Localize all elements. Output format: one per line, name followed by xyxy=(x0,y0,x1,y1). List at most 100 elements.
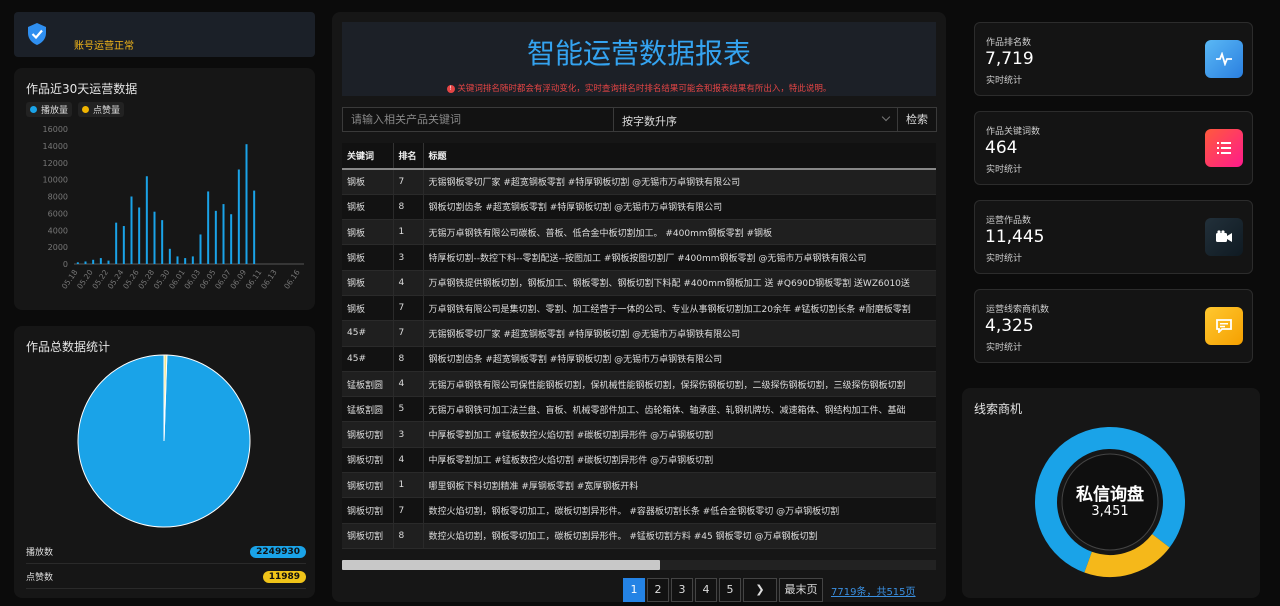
bar-plays[interactable] xyxy=(161,220,164,264)
video-camera-icon xyxy=(1205,218,1243,256)
ranking-table[interactable]: 关键词 排名 标题 钢板 7 无锡钢板零切厂家 #超宽钢板零割 #特厚钢板切割 @无… xyxy=(342,143,936,558)
bar-plays[interactable] xyxy=(138,207,141,264)
bar-plays[interactable] xyxy=(184,258,187,264)
keyword-cell: 钢板切割 xyxy=(342,421,394,448)
horizontal-scrollbar[interactable] xyxy=(342,560,936,570)
table-row[interactable]: 钢板 7 万卓钢铁有限公司是集切割、零割、加工经营于一体的公司、专业从事钢板切割加工… xyxy=(342,295,936,322)
keyword-cell: 钢板 xyxy=(342,295,394,322)
table-row[interactable]: 钢板切割 8 数控火焰切割，钢板零切加工，碳板切割异形件。 #锰板切割方料 #45 … xyxy=(342,523,936,549)
totals-panel: 作品总数据统计 播放数 2249930 点赞数 11989 xyxy=(14,326,315,598)
y-tick-label: 2000 xyxy=(48,243,68,252)
last-page-button[interactable]: 最末页 xyxy=(779,578,823,602)
table-row[interactable]: 钢板切割 3 中厚板零割加工 #锰板数控火焰切割 #碳板切割异形件 @万卓钢板切割 xyxy=(342,421,936,448)
card-value: 11,445 xyxy=(985,227,1045,247)
page-button-3[interactable]: 3 xyxy=(671,578,693,602)
donut-center-value: 3,451 xyxy=(1091,504,1129,519)
bar-plays[interactable] xyxy=(222,204,225,264)
table-row[interactable]: 钢板切割 7 数控火焰切割，钢板零切加工，碳板切割异形件。 #容器板切割长条 #低合… xyxy=(342,497,936,524)
table-row[interactable]: 钢板 7 无锡钢板零切厂家 #超宽钢板零割 #特厚钢板切割 @无锡市万卓钢铁有限公司 xyxy=(342,169,936,195)
bar-plays[interactable] xyxy=(107,260,110,264)
leads-title: 线索商机 xyxy=(974,402,1023,416)
table-row[interactable]: 钢板切割 4 中厚板零割加工 #锰板数控火焰切割 #碳板切割异形件 @万卓钢板切割 xyxy=(342,447,936,474)
table-header-row: 关键词 排名 标题 xyxy=(342,143,936,170)
rank-cell: 7 xyxy=(393,320,424,347)
totals-pie-chart xyxy=(77,354,251,528)
page-button-4[interactable]: 4 xyxy=(695,578,717,602)
table-row[interactable]: 钢板切割 1 哪里钢板下料切割精准 #厚钢板零割 #宽厚钢板开料 xyxy=(342,472,936,499)
pulse-icon xyxy=(1205,40,1243,78)
card-subtitle: 实时统计 xyxy=(986,165,1023,175)
y-tick-label: 12000 xyxy=(43,159,68,168)
rank-cell: 8 xyxy=(393,194,424,221)
x-tick-label: 06.13 xyxy=(259,268,279,291)
trend-chart-panel: 作品近30天运营数据 播放量 点赞量 0 2000 4000 6000 8000 1000… xyxy=(14,68,315,310)
bar-plays[interactable] xyxy=(130,196,133,265)
bar-plays[interactable] xyxy=(230,214,233,264)
table-row[interactable]: 钢板 3 特厚板切割--数控下料--零割配送--按图加工 #钢板按图切割厂 #400… xyxy=(342,244,936,271)
bar-plays[interactable] xyxy=(245,144,248,264)
column-header-title[interactable]: 标题 xyxy=(423,143,936,170)
table-row[interactable]: 45# 8 钢板切割齿条 #超宽钢板零割 #特厚钢板切割 @无锡市万卓钢铁有限公司 xyxy=(342,346,936,372)
y-tick-label: 8000 xyxy=(48,193,68,202)
y-tick-label: 0 xyxy=(63,260,68,269)
shield-check-icon xyxy=(28,23,46,45)
next-page-button[interactable]: ❯ xyxy=(743,578,777,602)
pagination-total[interactable]: 7719条，共515页 xyxy=(831,583,916,598)
bar-plays[interactable] xyxy=(84,261,87,264)
page-button-5[interactable]: 5 xyxy=(719,578,741,602)
table-row[interactable]: 锰板割圆 5 无锡万卓钢铁可加工法兰盘、盲板、机械零部件加工、齿轮箱体、轴承座、轧钢… xyxy=(342,396,936,423)
bar-plays[interactable] xyxy=(176,256,179,264)
scrollbar-thumb[interactable] xyxy=(342,560,660,570)
keyword-cell: 钢板切割 xyxy=(342,472,394,499)
title-cell: 中厚板零割加工 #锰板数控火焰切割 #碳板切割异形件 @万卓钢板切割 xyxy=(423,447,936,474)
bar-plays[interactable] xyxy=(92,259,95,264)
bar-plays[interactable] xyxy=(199,234,202,264)
title-cell: 无锡钢板零切厂家 #超宽钢板零割 #特厚钢板切割 @无锡市万卓钢铁有限公司 xyxy=(423,169,936,195)
table-row[interactable]: 锰板割圆 4 无锡万卓钢铁有限公司保性能钢板切割，保机械性能钢板切割，保探伤钢板切割… xyxy=(342,371,936,398)
search-button[interactable]: 检索 xyxy=(898,107,937,132)
bar-plays[interactable] xyxy=(237,169,240,265)
table-row[interactable]: 钢板 8 钢板切割齿条 #超宽钢板零割 #特厚钢板切割 @无锡市万卓钢铁有限公司 xyxy=(342,194,936,221)
donut-center-label: 私信询盘 xyxy=(1076,485,1144,505)
column-header-rank[interactable]: 排名 xyxy=(393,143,424,170)
column-header-keyword[interactable]: 关键词 xyxy=(342,143,394,170)
title-cell: 数控火焰切割，钢板零切加工，碳板切割异形件。 #锰板切割方料 #45 钢板零切 … xyxy=(423,523,936,549)
keyword-cell: 钢板 xyxy=(342,270,394,296)
bar-plays[interactable] xyxy=(99,258,102,264)
rank-cell: 4 xyxy=(393,371,424,398)
rank-cell: 4 xyxy=(393,447,424,474)
bar-plays[interactable] xyxy=(145,176,148,264)
bar-plays[interactable] xyxy=(115,222,118,264)
alert-icon: ! xyxy=(446,84,455,93)
bar-plays[interactable] xyxy=(207,191,210,264)
bar-plays[interactable] xyxy=(191,256,194,264)
card-label: 作品排名数 xyxy=(986,38,1032,48)
stat-label: 点赞数 xyxy=(26,573,54,583)
page-button-2[interactable]: 2 xyxy=(647,578,669,602)
bar-plays[interactable] xyxy=(122,226,125,264)
table-row[interactable]: 钢板 1 无锡万卓钢铁有限公司碳板、普板、低合金中板切割加工。 #400mm钢板零割… xyxy=(342,219,936,246)
bar-plays[interactable] xyxy=(168,248,171,264)
rank-cell: 8 xyxy=(393,346,424,372)
leads-panel: 线索商机 私信询盘 3,451 xyxy=(962,388,1260,598)
notice-message: 关键词排名随时都会有浮动变化，实时查询排名时排名结果可能会和报表结果有所出入，特… xyxy=(457,84,832,94)
stat-card-rankings: 作品排名数 7,719 实时统计 xyxy=(974,22,1253,96)
card-value: 7,719 xyxy=(985,49,1034,69)
stat-card-keywords: 作品关键词数 464 实时统计 xyxy=(974,111,1253,185)
table-row[interactable]: 45# 7 无锡钢板零切厂家 #超宽钢板零割 #特厚钢板切割 @无锡市万卓钢铁有限公… xyxy=(342,320,936,347)
page-button-1[interactable]: 1 xyxy=(623,578,645,602)
report-panel: 智能运营数据报表 ! 关键词排名随时都会有浮动变化，实时查询排名时排名结果可能会… xyxy=(332,12,946,602)
bar-plays[interactable] xyxy=(153,211,156,264)
y-tick-label: 10000 xyxy=(43,176,68,185)
table-row[interactable]: 钢板 4 万卓钢铁提供钢板切割，钢板加工、钢板零割、钢板切割下料配 #400mm钢板… xyxy=(342,270,936,296)
keyword-search-input[interactable] xyxy=(342,107,614,132)
stat-label: 播放数 xyxy=(26,548,54,558)
bar-plays[interactable] xyxy=(76,262,79,264)
keyword-cell: 钢板 xyxy=(342,194,394,221)
title-cell: 万卓钢铁提供钢板切割，钢板加工、钢板零割、钢板切割下料配 #400mm钢板加工 … xyxy=(423,270,936,296)
bar-plays[interactable] xyxy=(214,210,217,264)
card-label: 作品关键词数 xyxy=(986,127,1041,137)
sort-select[interactable]: 按字数升序 xyxy=(614,107,898,132)
notice-text: ! 关键词排名随时都会有浮动变化，实时查询排名时排名结果可能会和报表结果有所出入… xyxy=(342,82,936,94)
bar-plays[interactable] xyxy=(253,190,256,264)
